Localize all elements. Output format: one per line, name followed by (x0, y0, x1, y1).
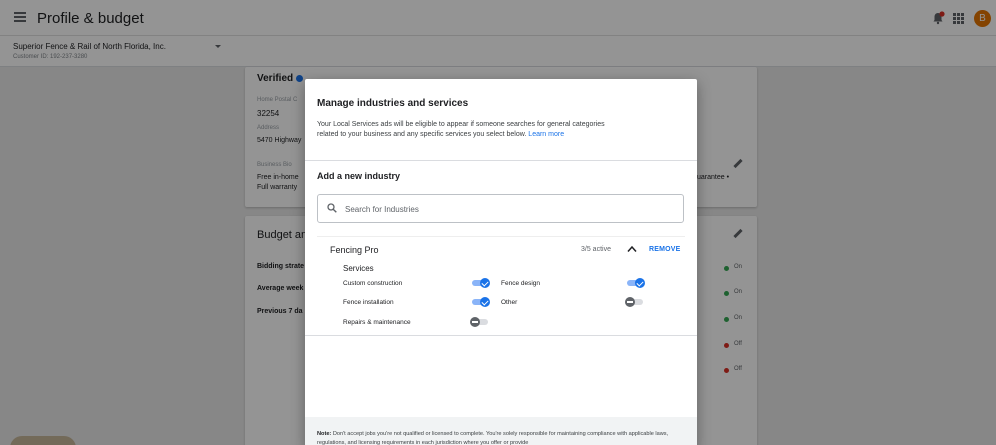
search-icon (327, 203, 337, 213)
remove-industry-button[interactable]: REMOVE (649, 246, 681, 253)
note-body: Don't accept jobs you're not qualified o… (317, 431, 669, 445)
services-heading: Services (343, 264, 374, 273)
dialog-title: Manage industries and services (317, 98, 469, 109)
industry-name: Fencing Pro (330, 245, 379, 255)
divider (305, 335, 697, 336)
industry-search-box[interactable] (317, 194, 684, 223)
industry-active-count: 3/5 active (581, 246, 611, 253)
service-label: Fence design (501, 280, 541, 287)
add-industry-heading: Add a new industry (317, 171, 401, 181)
service-label: Custom construction (343, 280, 403, 287)
note-label: Note: (317, 431, 332, 437)
service-toggle-repairs-maintenance[interactable] (470, 317, 490, 327)
service-toggle-other[interactable] (625, 297, 645, 307)
divider (305, 160, 697, 161)
chevron-up-icon[interactable] (627, 245, 637, 253)
dialog-description: Your Local Services ads will be eligible… (317, 120, 627, 140)
manage-industries-dialog: Manage industries and services Your Loca… (305, 79, 697, 445)
service-toggle-fence-installation[interactable] (470, 297, 490, 307)
service-label: Repairs & maintenance (343, 319, 411, 326)
service-toggle-custom-construction[interactable] (470, 278, 490, 288)
learn-more-link[interactable]: Learn more (528, 131, 564, 138)
divider (317, 236, 685, 237)
service-toggle-fence-design[interactable] (625, 278, 645, 288)
compliance-note: Note: Don't accept jobs you're not quali… (317, 430, 689, 445)
service-label: Other (501, 299, 518, 306)
service-label: Fence installation (343, 299, 394, 306)
industry-search-input[interactable] (345, 201, 675, 217)
